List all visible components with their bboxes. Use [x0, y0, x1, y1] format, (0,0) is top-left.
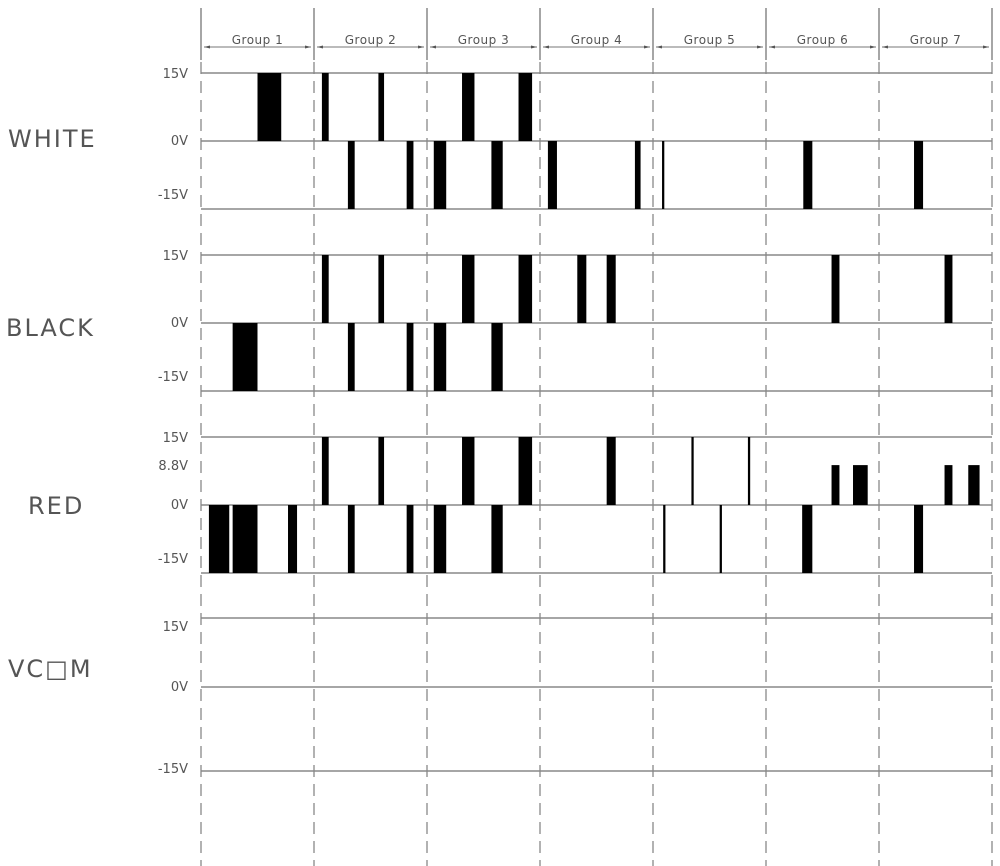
pulse-positive — [462, 73, 475, 141]
voltage-label: -15V — [158, 188, 188, 203]
pulse-positive — [321, 73, 329, 141]
pulse-negative — [347, 323, 355, 391]
voltage-label: -15V — [158, 762, 188, 777]
pulse-negative — [433, 141, 447, 209]
voltage-label: -15V — [158, 552, 188, 567]
group-label-3: Group 3 — [458, 33, 509, 47]
voltage-label: -15V — [158, 370, 188, 385]
pulse-positive — [378, 437, 385, 505]
pulse-positive — [968, 465, 980, 505]
waveform-rows: WHITE 15V 0V -15V BLACK 15V 0V -15V RED 15V 8.8V 0V… — [6, 67, 992, 777]
pulse-positive — [518, 255, 533, 323]
pulse-positive — [518, 73, 533, 141]
row-label-black: BLACK — [6, 314, 95, 342]
arrow-right-icon — [644, 45, 650, 49]
pulse-positive — [378, 255, 385, 323]
voltage-label: 15V — [163, 431, 189, 446]
voltage-label: 15V — [163, 620, 189, 635]
group-label-2: Group 2 — [345, 33, 396, 47]
group-label-7: Group 7 — [910, 33, 961, 47]
arrow-right-icon — [983, 45, 989, 49]
group-header: Group 1 Group 2 Group 3 Group 4 Group 5 Group… — [200, 8, 993, 60]
pulse-negative — [803, 141, 813, 209]
pulse-negative — [433, 323, 447, 391]
row-vcom: VC□M 15V 0V -15V — [8, 617, 992, 777]
pulse-positive — [831, 465, 840, 505]
voltage-label: 0V — [171, 134, 188, 149]
voltage-label: 0V — [171, 316, 188, 331]
group-label-1: Group 1 — [232, 33, 283, 47]
pulse-negative — [634, 141, 641, 209]
pulse-positive — [606, 255, 616, 323]
pulse-negative — [232, 323, 258, 391]
arrow-right-icon — [757, 45, 763, 49]
pulse-positive — [321, 437, 329, 505]
arrow-left-icon — [769, 45, 775, 49]
pulse-negative — [802, 505, 813, 573]
voltage-label: 15V — [163, 249, 189, 264]
pulse-negative — [406, 141, 414, 209]
group-label-6: Group 6 — [797, 33, 848, 47]
arrow-left-icon — [656, 45, 662, 49]
pulse-positive — [378, 73, 385, 141]
pulse-negative — [406, 323, 414, 391]
arrow-left-icon — [543, 45, 549, 49]
pulse-negative — [547, 141, 557, 209]
pulse-positive — [831, 255, 840, 323]
pulse-negative — [663, 505, 666, 573]
row-label-white: WHITE — [8, 125, 97, 153]
arrow-right-icon — [870, 45, 876, 49]
pulse-negative — [347, 141, 355, 209]
pulse-positive — [606, 437, 616, 505]
arrow-right-icon — [531, 45, 537, 49]
pulse-negative — [914, 141, 924, 209]
pulse-negative — [208, 505, 230, 573]
pulse-negative — [347, 505, 355, 573]
pulse-positive — [944, 255, 953, 323]
pulse-negative — [491, 505, 503, 573]
arrow-right-icon — [418, 45, 424, 49]
pulse-positive — [518, 437, 533, 505]
pulse-negative — [662, 141, 665, 209]
row-label-red: RED — [28, 492, 84, 520]
group-label-5: Group 5 — [684, 33, 735, 47]
arrow-left-icon — [204, 45, 210, 49]
voltage-label: 8.8V — [158, 459, 188, 474]
pulse-negative — [719, 505, 722, 573]
arrow-left-icon — [882, 45, 888, 49]
pulse-negative — [491, 141, 503, 209]
pulse-positive — [321, 255, 329, 323]
group-label-4: Group 4 — [571, 33, 622, 47]
pulse-negative — [914, 505, 924, 573]
pulse-positive — [257, 73, 282, 141]
pulse-positive — [577, 255, 587, 323]
arrow-left-icon — [317, 45, 323, 49]
pulse-negative — [406, 505, 414, 573]
pulse-positive — [462, 437, 475, 505]
row-white: WHITE 15V 0V -15V — [8, 67, 992, 210]
pulse-negative — [433, 505, 447, 573]
row-red: RED 15V 8.8V 0V -15V — [28, 431, 992, 574]
arrow-left-icon — [430, 45, 436, 49]
pulse-positive — [691, 437, 694, 505]
voltage-label: 15V — [163, 67, 189, 82]
row-label-vcom: VC□M — [8, 655, 93, 683]
waveform-diagram: Group 1 Group 2 Group 3 Group 4 Group 5 Group… — [6, 8, 993, 866]
pulse-positive — [944, 465, 953, 505]
pulse-negative — [232, 505, 258, 573]
pulse-negative — [491, 323, 503, 391]
pulse-positive — [462, 255, 475, 323]
voltage-label: 0V — [171, 498, 188, 513]
row-black: BLACK 15V 0V -15V — [6, 249, 992, 392]
pulse-positive — [747, 437, 751, 505]
group-dividers — [200, 62, 993, 866]
pulse-negative — [288, 505, 298, 573]
arrow-right-icon — [305, 45, 311, 49]
voltage-label: 0V — [171, 680, 188, 695]
pulse-positive — [853, 465, 868, 505]
